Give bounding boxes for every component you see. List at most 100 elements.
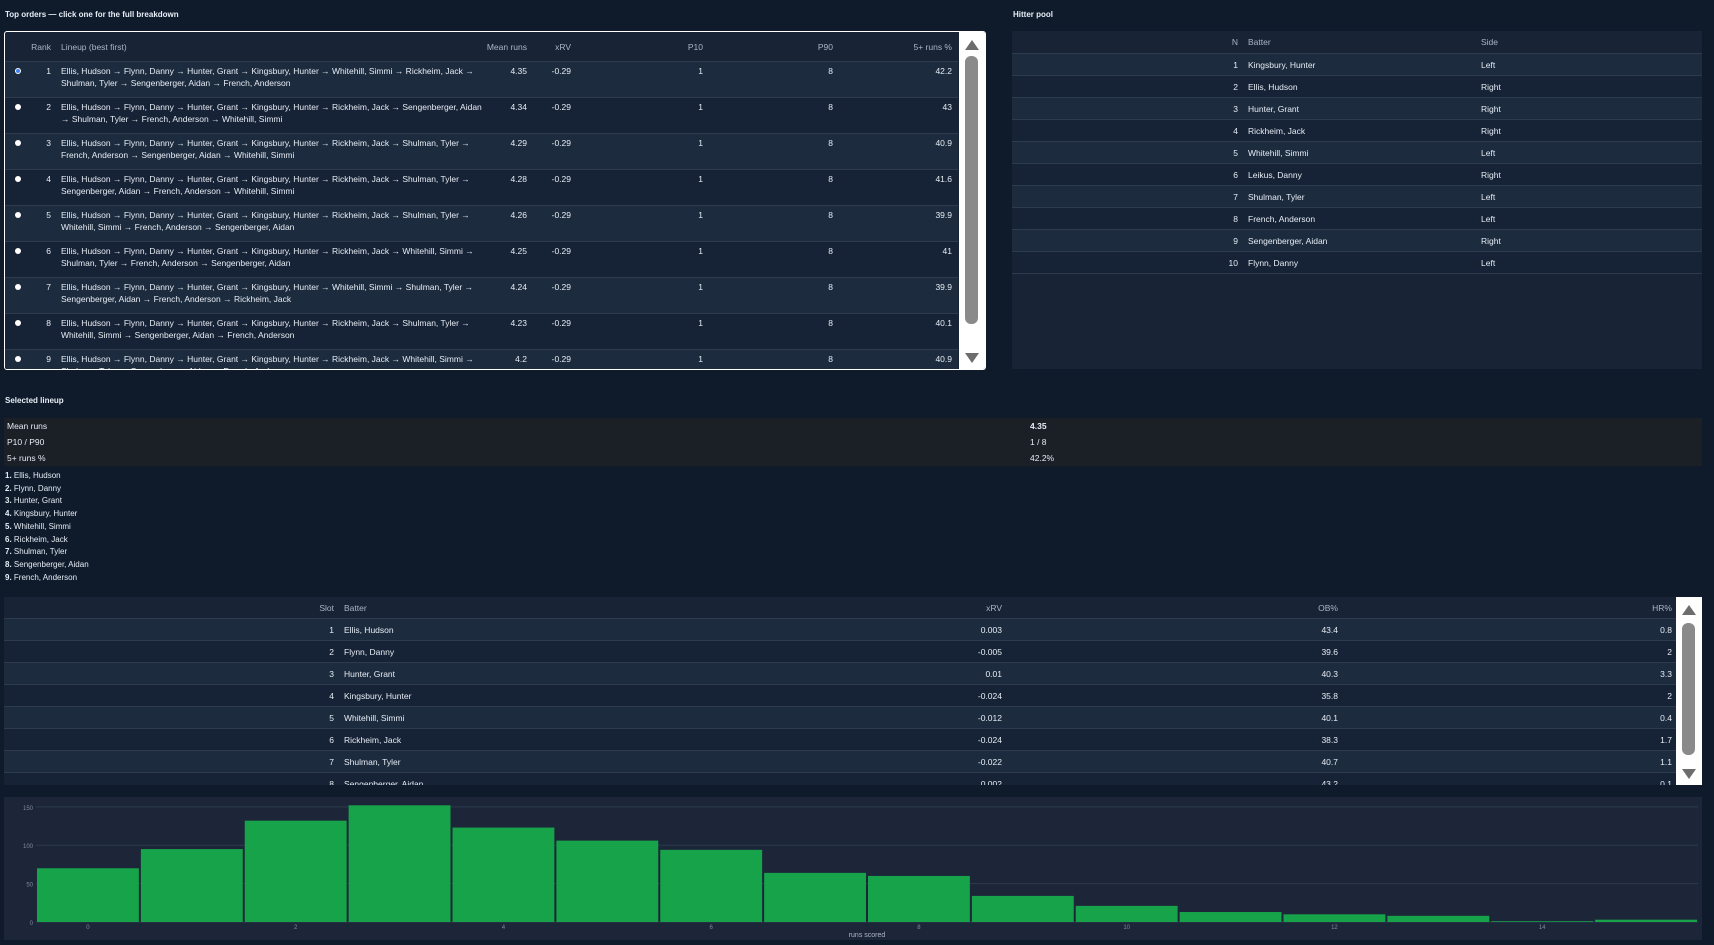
order-list-batter: Hunter, Grant xyxy=(13,496,62,506)
histogram-bar xyxy=(764,872,866,922)
scroll-up-arrow-icon[interactable] xyxy=(965,40,979,50)
order-select-cell[interactable] xyxy=(5,61,29,98)
slot-scrollbar[interactable] xyxy=(1676,597,1702,785)
order-select-cell[interactable] xyxy=(5,205,29,242)
scroll-down-arrow-icon[interactable] xyxy=(965,353,979,363)
pool-side: Left xyxy=(1477,53,1702,76)
order-row[interactable]: 4 Ellis, Hudson → Flynn, Danny → Hunter, … xyxy=(5,169,958,206)
slot-column-header[interactable]: Slot xyxy=(4,597,340,619)
order-row[interactable]: 8 Ellis, Hudson → Flynn, Danny → Hunter, … xyxy=(5,313,958,350)
scrollbar-thumb[interactable] xyxy=(1682,623,1695,755)
histogram-bar xyxy=(1283,914,1386,922)
scroll-down-arrow-icon[interactable] xyxy=(1682,769,1696,779)
order-lineup: Ellis, Hudson → Flynn, Danny → Hunter, G… xyxy=(57,277,485,314)
order-row[interactable]: 9 Ellis, Hudson → Flynn, Danny → Hunter, … xyxy=(5,349,958,369)
slot-batter-column-header[interactable]: Batter xyxy=(340,597,666,619)
order-select-cell[interactable] xyxy=(5,313,29,350)
order-select-cell[interactable] xyxy=(5,97,29,134)
pool-n: 4 xyxy=(1012,119,1244,142)
pool-row: 6 Leikus, Danny Right xyxy=(1012,163,1702,186)
y-tick-label: 50 xyxy=(26,883,33,889)
pool-n: 2 xyxy=(1012,75,1244,98)
order-list-item: 4. Kingsbury, Hunter xyxy=(5,508,89,521)
slot-xrv-column-header[interactable]: xRV xyxy=(666,597,1008,619)
radio-button-icon[interactable] xyxy=(15,320,21,326)
order-select-cell[interactable] xyxy=(5,277,29,314)
slot-ob: 43.2 xyxy=(1008,772,1344,785)
order-row[interactable]: 5 Ellis, Hudson → Flynn, Danny → Hunter, … xyxy=(5,205,958,242)
order-row[interactable]: 7 Ellis, Hudson → Flynn, Danny → Hunter, … xyxy=(5,277,958,314)
slot-table-viewport[interactable]: Slot Batter xRV OB% HR% 1 Ellis, Hudson 0.… xyxy=(4,597,1678,785)
pool-row: 7 Shulman, Tyler Left xyxy=(1012,185,1702,208)
order-select-cell[interactable] xyxy=(5,349,29,369)
pool-n: 7 xyxy=(1012,185,1244,208)
pool-n: 8 xyxy=(1012,207,1244,230)
slot-hr: 0.1 xyxy=(1344,772,1678,785)
lineup-column-header[interactable]: Lineup (best first) xyxy=(57,32,485,62)
radio-button-icon[interactable] xyxy=(15,68,21,74)
selected-order-list: 1. Ellis, Hudson 2. Flynn, Danny 3. Hunter… xyxy=(5,470,89,584)
slot-batter: Flynn, Danny xyxy=(340,640,666,663)
hr-column-header[interactable]: HR% xyxy=(1344,597,1678,619)
x-tick-label: 14 xyxy=(1539,925,1546,931)
order-row[interactable]: 1 Ellis, Hudson → Flynn, Danny → Hunter, … xyxy=(5,61,958,98)
histogram-bar xyxy=(140,849,243,922)
radio-button-icon[interactable] xyxy=(15,212,21,218)
order-row[interactable]: 2 Ellis, Hudson → Flynn, Danny → Hunter, … xyxy=(5,97,958,134)
slot-xrv: -0.024 xyxy=(666,684,1008,707)
orders-table-viewport[interactable]: Rank Lineup (best first) Mean runs xRV P… xyxy=(5,32,958,369)
order-rank: 9 xyxy=(29,349,57,369)
order-xrv: -0.29 xyxy=(533,313,577,350)
p10-column-header[interactable]: P10 xyxy=(577,32,709,62)
n-column-header[interactable]: N xyxy=(1012,31,1244,54)
slot-ob: 39.6 xyxy=(1008,640,1344,663)
order-row[interactable]: 6 Ellis, Hudson → Flynn, Danny → Hunter, … xyxy=(5,241,958,278)
order-select-cell[interactable] xyxy=(5,241,29,278)
radio-button-icon[interactable] xyxy=(15,284,21,290)
histogram-bar xyxy=(971,895,1074,922)
order-rank: 4 xyxy=(29,169,57,206)
orders-title: Top orders — click one for the full brea… xyxy=(5,10,179,19)
slot-xrv: -0.012 xyxy=(666,706,1008,729)
histogram-bar xyxy=(37,868,139,922)
rank-column-header[interactable]: Rank xyxy=(29,32,57,62)
xrv-column-header[interactable]: xRV xyxy=(533,32,577,62)
five-plus-column-header[interactable]: 5+ runs % xyxy=(839,32,958,62)
order-p90: 8 xyxy=(709,205,839,242)
radio-button-icon[interactable] xyxy=(15,140,21,146)
order-select-cell[interactable] xyxy=(5,169,29,206)
p90-column-header[interactable]: P90 xyxy=(709,32,839,62)
order-p90: 8 xyxy=(709,133,839,170)
order-row[interactable]: 3 Ellis, Hudson → Flynn, Danny → Hunter, … xyxy=(5,133,958,170)
orders-scrollbar[interactable] xyxy=(959,32,985,369)
order-xrv: -0.29 xyxy=(533,169,577,206)
slot-batter: Sengenberger, Aidan xyxy=(340,772,666,785)
orders-table: Rank Lineup (best first) Mean runs xRV P… xyxy=(5,32,958,369)
radio-button-icon[interactable] xyxy=(15,356,21,362)
order-select-cell[interactable] xyxy=(5,133,29,170)
order-list-number: 8. xyxy=(5,559,14,569)
histogram-bar xyxy=(452,827,555,922)
slot-number: 8 xyxy=(4,772,340,785)
slot-number: 3 xyxy=(4,662,340,685)
order-rank: 8 xyxy=(29,313,57,350)
orders-table-panel[interactable]: Rank Lineup (best first) Mean runs xRV P… xyxy=(4,31,986,370)
pool-batter: Kingsbury, Hunter xyxy=(1244,53,1477,76)
batter-column-header[interactable]: Batter xyxy=(1244,31,1477,54)
slot-table-panel[interactable]: Slot Batter xRV OB% HR% 1 Ellis, Hudson 0.… xyxy=(4,597,1702,785)
order-p90: 8 xyxy=(709,313,839,350)
order-mean-runs: 4.25 xyxy=(485,241,533,278)
pool-n: 1 xyxy=(1012,53,1244,76)
mean-runs-column-header[interactable]: Mean runs xyxy=(485,32,533,62)
radio-button-icon[interactable] xyxy=(15,104,21,110)
scroll-up-arrow-icon[interactable] xyxy=(1682,605,1696,615)
side-column-header[interactable]: Side xyxy=(1477,31,1702,54)
order-lineup: Ellis, Hudson → Flynn, Danny → Hunter, G… xyxy=(57,133,485,170)
radio-button-icon[interactable] xyxy=(15,248,21,254)
order-p10: 1 xyxy=(577,61,709,98)
scrollbar-thumb[interactable] xyxy=(965,56,978,324)
order-list-batter: Kingsbury, Hunter xyxy=(13,509,78,519)
select-column-header xyxy=(5,32,29,62)
radio-button-icon[interactable] xyxy=(15,176,21,182)
ob-column-header[interactable]: OB% xyxy=(1008,597,1344,619)
